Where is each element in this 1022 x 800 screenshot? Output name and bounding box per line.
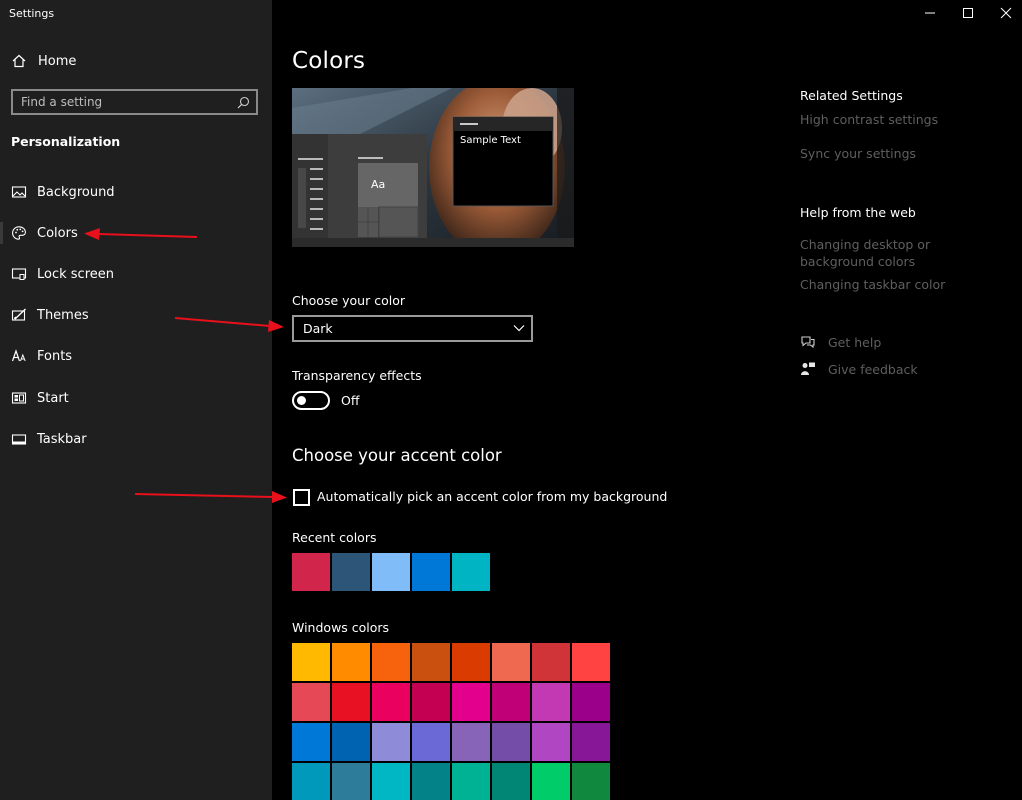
color-swatch[interactable] xyxy=(452,763,490,800)
choose-color-dropdown[interactable]: Dark xyxy=(292,315,533,342)
search-input[interactable] xyxy=(21,94,226,110)
sidebar-item-start[interactable]: Start xyxy=(0,380,272,416)
recent-colors-label: Recent colors xyxy=(292,530,377,545)
taskbar-icon xyxy=(11,434,27,445)
color-swatch[interactable] xyxy=(372,553,410,591)
close-icon[interactable] xyxy=(991,0,1021,26)
sidebar-item-label: Background xyxy=(37,184,115,200)
color-swatch[interactable] xyxy=(332,643,370,681)
color-swatch[interactable] xyxy=(292,683,330,721)
color-swatch[interactable] xyxy=(572,763,610,800)
auto-accent-label[interactable]: Automatically pick an accent color from … xyxy=(317,489,667,504)
sidebar-item-label: Taskbar xyxy=(37,431,87,447)
search-box[interactable] xyxy=(11,89,258,115)
color-swatch[interactable] xyxy=(532,643,570,681)
color-swatch[interactable] xyxy=(532,723,570,761)
fonts-icon xyxy=(11,349,26,362)
sidebar-item-lock-screen[interactable]: Lock screen xyxy=(0,256,272,292)
brush-icon xyxy=(11,308,26,321)
preview-image xyxy=(292,88,574,247)
search-icon[interactable] xyxy=(237,96,250,109)
color-swatch[interactable] xyxy=(372,723,410,761)
color-swatch[interactable] xyxy=(412,553,450,591)
color-swatch[interactable] xyxy=(572,723,610,761)
toggle-knob xyxy=(297,396,306,405)
color-swatch[interactable] xyxy=(492,683,530,721)
transparency-toggle[interactable] xyxy=(292,391,330,410)
color-swatch[interactable] xyxy=(532,683,570,721)
color-swatch[interactable] xyxy=(332,553,370,591)
link-high-contrast[interactable]: High contrast settings xyxy=(800,112,938,127)
link-changing-desktop-colors[interactable]: Changing desktop or background colors xyxy=(800,236,1000,270)
theme-preview: Sample Text Aa xyxy=(292,88,574,247)
color-swatch[interactable] xyxy=(452,553,490,591)
main-panel: Colors Sample Text Aa Choose your color … xyxy=(272,0,1022,800)
give-feedback-link[interactable]: Give feedback xyxy=(828,362,918,377)
color-swatch[interactable] xyxy=(452,683,490,721)
link-changing-taskbar-color[interactable]: Changing taskbar color xyxy=(800,277,945,292)
toggle-state: Off xyxy=(341,393,360,408)
color-swatch[interactable] xyxy=(452,643,490,681)
color-swatch[interactable] xyxy=(292,643,330,681)
color-swatch[interactable] xyxy=(452,723,490,761)
sidebar-item-themes[interactable]: Themes xyxy=(0,297,272,333)
sidebar-item-label: Themes xyxy=(37,307,89,323)
link-sync-settings[interactable]: Sync your settings xyxy=(800,146,916,161)
color-swatch[interactable] xyxy=(412,763,450,800)
sidebar: Settings Home Personalization Background… xyxy=(0,0,272,800)
sidebar-item-taskbar[interactable]: Taskbar xyxy=(0,421,272,457)
section-label: Personalization xyxy=(11,134,121,149)
home-icon xyxy=(12,54,26,68)
sidebar-item-background[interactable]: Background xyxy=(0,174,272,210)
get-help-link[interactable]: Get help xyxy=(828,335,881,350)
dropdown-value: Dark xyxy=(303,321,333,336)
preview-tile-label: Aa xyxy=(371,178,386,191)
sidebar-item-label: Lock screen xyxy=(37,266,114,282)
sidebar-item-label: Start xyxy=(37,390,69,406)
color-swatch[interactable] xyxy=(292,723,330,761)
image-icon xyxy=(11,186,27,198)
color-swatch[interactable] xyxy=(412,683,450,721)
maximize-icon[interactable] xyxy=(953,0,983,26)
color-swatch[interactable] xyxy=(492,763,530,800)
windows-colors-label: Windows colors xyxy=(292,620,390,635)
sidebar-item-colors[interactable]: Colors xyxy=(0,215,272,251)
related-settings-heading: Related Settings xyxy=(800,88,903,103)
start-icon xyxy=(11,392,27,404)
app-title: Settings xyxy=(9,7,55,20)
color-swatch[interactable] xyxy=(492,723,530,761)
sidebar-item-label: Colors xyxy=(37,225,78,241)
transparency-label: Transparency effects xyxy=(292,368,422,383)
color-swatch[interactable] xyxy=(372,643,410,681)
color-swatch[interactable] xyxy=(292,553,330,591)
color-swatch[interactable] xyxy=(412,643,450,681)
get-help-icon xyxy=(801,336,815,349)
color-swatch[interactable] xyxy=(572,643,610,681)
lock-screen-icon xyxy=(11,268,27,280)
color-swatch[interactable] xyxy=(292,763,330,800)
color-swatch[interactable] xyxy=(572,683,610,721)
choose-color-label: Choose your color xyxy=(292,293,405,308)
color-swatch[interactable] xyxy=(332,683,370,721)
sidebar-item-fonts[interactable]: Fonts xyxy=(0,338,272,374)
auto-accent-checkbox[interactable] xyxy=(293,489,310,506)
color-swatch[interactable] xyxy=(492,643,530,681)
color-swatch[interactable] xyxy=(332,723,370,761)
color-swatch[interactable] xyxy=(412,723,450,761)
accent-heading: Choose your accent color xyxy=(292,446,502,465)
chevron-down-icon xyxy=(513,325,525,332)
preview-sample-text: Sample Text xyxy=(460,135,521,146)
color-swatch[interactable] xyxy=(372,683,410,721)
color-swatch[interactable] xyxy=(532,763,570,800)
palette-icon xyxy=(12,226,26,240)
sidebar-item-label: Home xyxy=(38,53,77,69)
color-swatch[interactable] xyxy=(372,763,410,800)
feedback-icon xyxy=(801,362,815,375)
minimize-icon[interactable] xyxy=(915,0,945,26)
sidebar-item-label: Fonts xyxy=(37,348,73,364)
page-title: Colors xyxy=(292,48,366,74)
color-swatch[interactable] xyxy=(332,763,370,800)
sidebar-item-home[interactable]: Home xyxy=(0,43,272,79)
help-heading: Help from the web xyxy=(800,205,916,220)
